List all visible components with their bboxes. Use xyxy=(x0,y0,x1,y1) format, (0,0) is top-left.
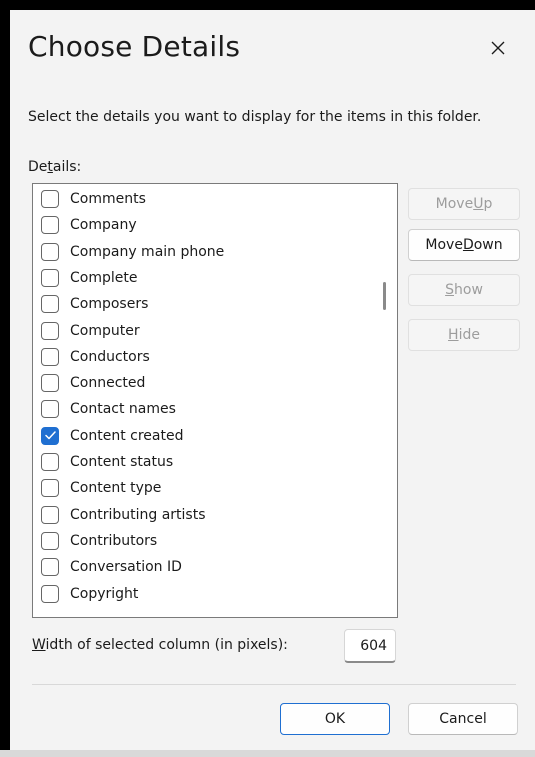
window-edge-top xyxy=(0,0,535,10)
show-suffix: how xyxy=(454,282,483,298)
list-item-label: Composers xyxy=(70,296,149,313)
footer-divider xyxy=(32,684,516,685)
list-item[interactable]: Content type xyxy=(41,476,161,500)
window-edge-bottom xyxy=(0,750,535,757)
list-item[interactable]: Conductors xyxy=(41,345,150,369)
scrollbar-thumb[interactable] xyxy=(383,282,386,310)
move-up-prefix: Move xyxy=(435,196,474,212)
hide-button[interactable]: Hide xyxy=(408,319,520,351)
list-item[interactable]: Computer xyxy=(41,319,140,343)
list-item[interactable]: Copyright xyxy=(41,582,138,606)
dialog-instructions: Select the details you want to display f… xyxy=(28,109,482,125)
list-item-label: Contact names xyxy=(70,401,176,418)
column-width-input[interactable] xyxy=(344,629,396,663)
list-item-label: Computer xyxy=(70,322,140,339)
column-width-label: Width of selected column (in pixels): xyxy=(32,637,288,653)
hide-mnemonic: H xyxy=(448,327,459,343)
move-down-button[interactable]: Move Down xyxy=(408,229,520,261)
checkbox[interactable] xyxy=(41,531,59,550)
checkbox[interactable] xyxy=(41,584,59,603)
details-label-suffix: ails: xyxy=(52,159,82,175)
checkbox[interactable] xyxy=(41,242,59,261)
checkbox[interactable] xyxy=(41,558,59,577)
close-button[interactable] xyxy=(478,28,518,68)
column-width-label-rest: idth of selected column (in pixels): xyxy=(45,637,288,653)
list-item-label: Conversation ID xyxy=(70,559,182,576)
screenshot-frame: Choose Details Select the details you wa… xyxy=(0,0,535,757)
move-up-mnemonic: U xyxy=(473,196,484,212)
list-item-label: Connected xyxy=(70,375,146,392)
checkbox[interactable] xyxy=(41,400,59,419)
checkbox[interactable] xyxy=(41,216,59,235)
checkbox[interactable] xyxy=(41,374,59,393)
list-item-label: Company xyxy=(70,217,137,234)
checkbox[interactable] xyxy=(41,347,59,366)
list-item-label: Copyright xyxy=(70,585,139,602)
list-item-label: Content status xyxy=(70,454,174,470)
details-label-prefix: De xyxy=(28,159,48,175)
list-item[interactable]: Company xyxy=(41,213,137,237)
list-item[interactable]: Content status xyxy=(41,450,173,474)
list-item-label: Content created xyxy=(70,427,184,444)
list-item[interactable]: Contributors xyxy=(41,529,157,553)
list-item[interactable]: Composers xyxy=(41,292,148,316)
list-item[interactable]: Contributing artists xyxy=(41,503,206,527)
list-item-label: Content type xyxy=(70,480,162,497)
list-item[interactable]: Comments xyxy=(41,187,146,211)
list-item[interactable]: Content created xyxy=(41,424,183,448)
checkbox[interactable] xyxy=(41,321,59,340)
list-item-label: Company main phone xyxy=(70,243,225,260)
move-up-suffix: p xyxy=(483,196,493,212)
show-mnemonic: S xyxy=(445,282,454,298)
list-item[interactable]: Complete xyxy=(41,266,137,290)
checkmark-icon xyxy=(44,431,56,440)
details-label: Details: xyxy=(28,159,81,175)
cancel-button[interactable]: Cancel xyxy=(408,703,518,735)
list-item-label: Contributors xyxy=(70,532,158,549)
close-icon xyxy=(491,41,505,55)
show-button[interactable]: Show xyxy=(408,274,520,306)
move-up-button[interactable]: Move Up xyxy=(408,188,520,220)
checkbox[interactable] xyxy=(41,453,59,471)
checkbox[interactable] xyxy=(41,190,59,208)
checkbox[interactable] xyxy=(41,295,59,314)
dialog-title: Choose Details xyxy=(28,30,241,63)
column-width-label-mnemonic: W xyxy=(32,637,46,653)
move-down-prefix: Move xyxy=(425,237,463,253)
details-listbox[interactable]: Comments Company Company main phone Complet… xyxy=(32,183,398,618)
checkbox[interactable] xyxy=(41,505,59,524)
ok-button[interactable]: OK xyxy=(280,703,390,735)
list-item[interactable]: Conversation ID xyxy=(41,555,182,579)
list-item-label: Complete xyxy=(70,269,138,286)
list-item[interactable]: Connected xyxy=(41,371,145,395)
list-item[interactable]: Company main phone xyxy=(41,240,224,264)
list-item-label: Contributing artists xyxy=(70,506,206,523)
checkbox[interactable] xyxy=(41,479,59,498)
move-down-mnemonic: D xyxy=(462,237,474,253)
list-item-label: Comments xyxy=(70,191,146,207)
move-down-suffix: own xyxy=(473,237,503,253)
checkbox[interactable] xyxy=(41,426,59,445)
hide-suffix: ide xyxy=(458,327,480,343)
list-item-label: Conductors xyxy=(70,348,150,365)
choose-details-dialog: Choose Details Select the details you wa… xyxy=(10,10,535,750)
window-edge-left xyxy=(0,0,10,757)
checkbox[interactable] xyxy=(41,268,59,287)
list-item[interactable]: Contact names xyxy=(41,397,176,421)
